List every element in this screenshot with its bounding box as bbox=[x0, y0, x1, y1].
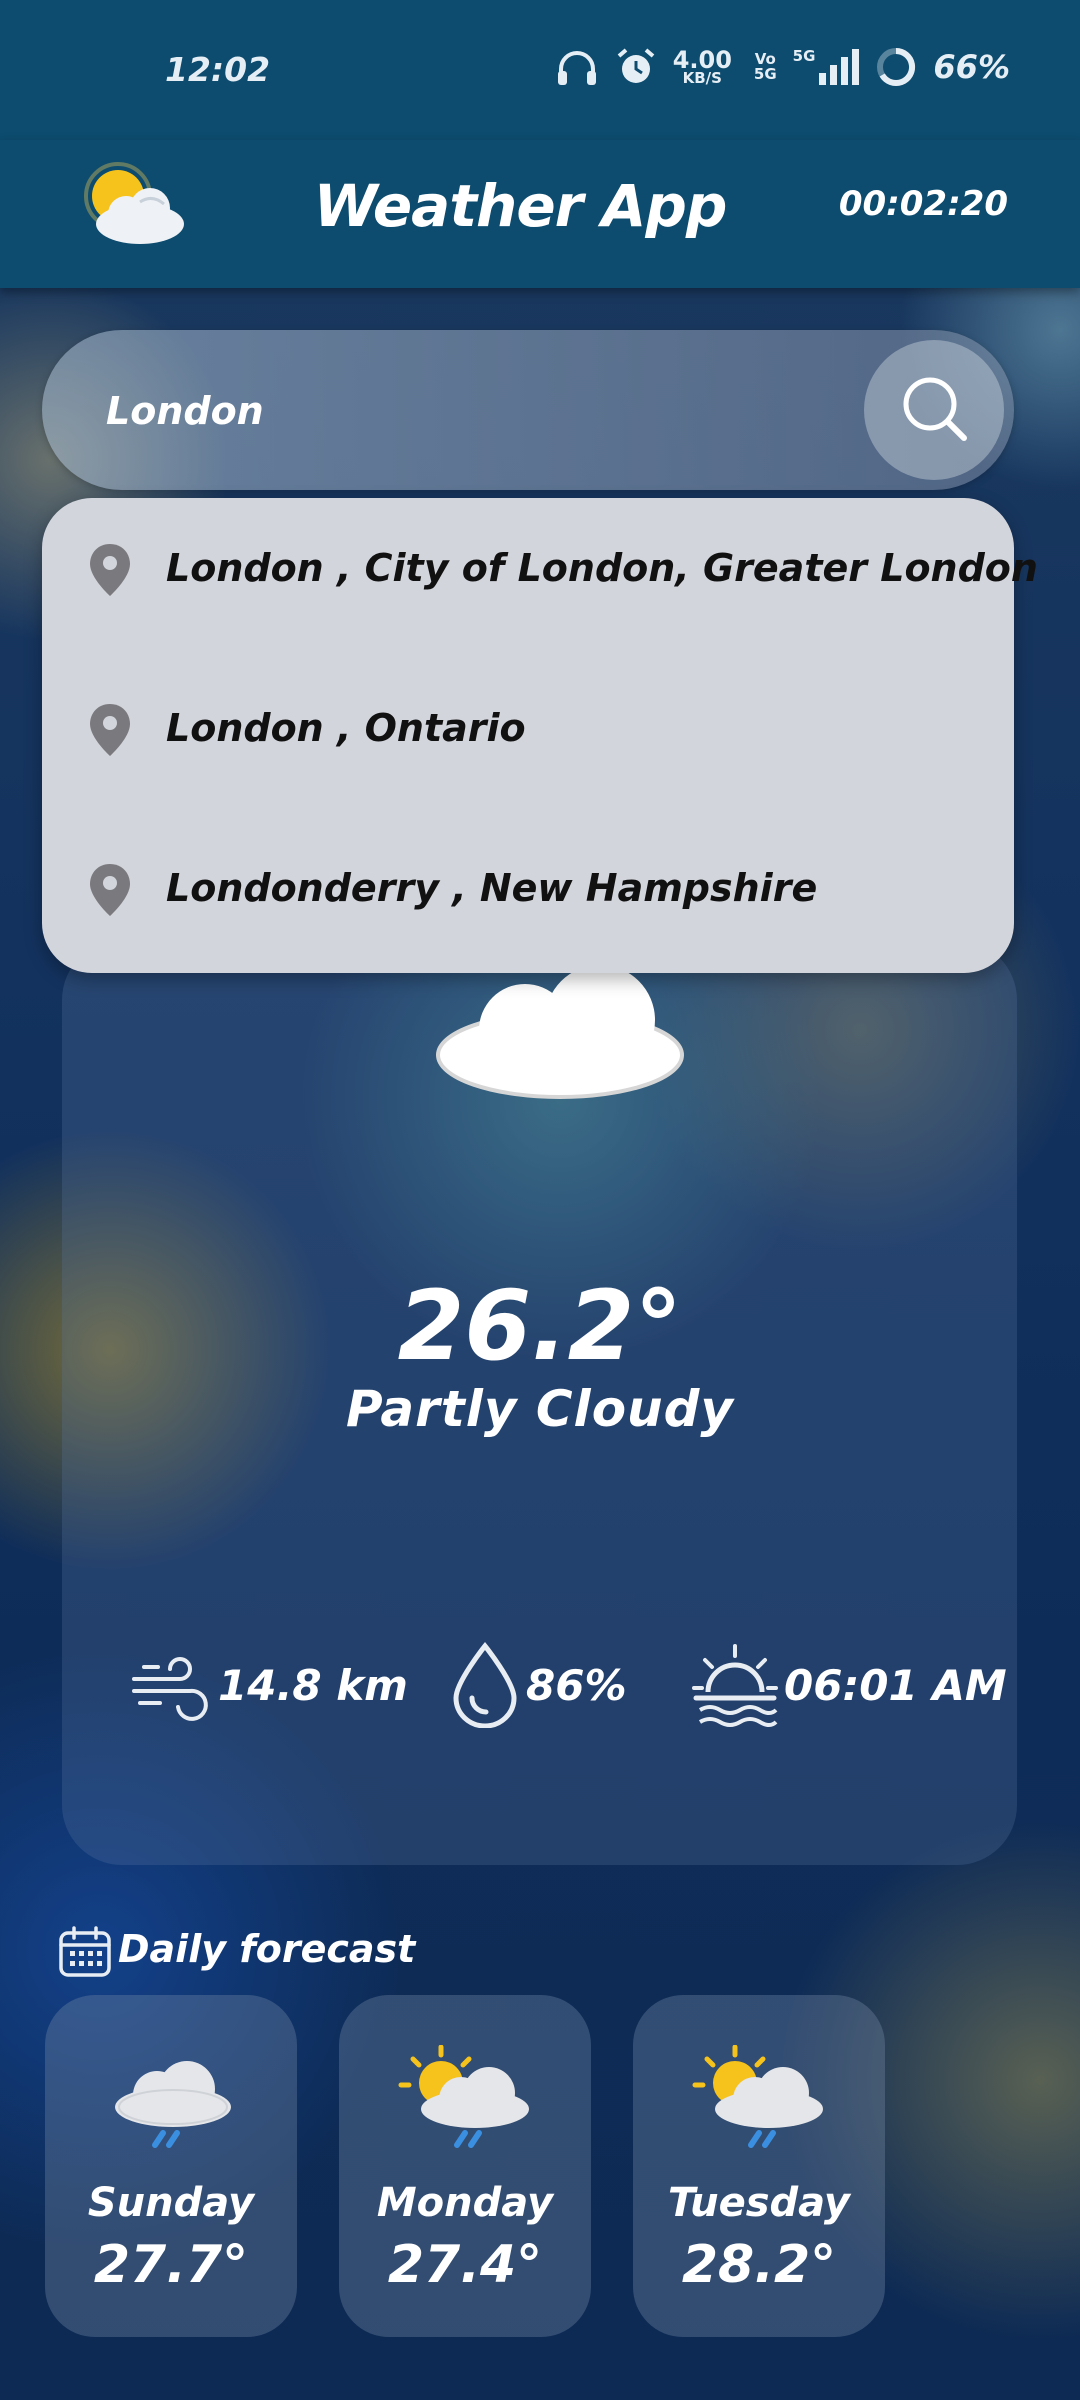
location-pin-icon bbox=[90, 544, 130, 596]
forecast-temp: 27.7° bbox=[93, 2235, 249, 2295]
forecast-day: Monday bbox=[376, 2180, 554, 2226]
status-icons: 4.00 KB/S Vo 5G 5G 66% bbox=[555, 46, 1010, 88]
humidity-stat: 86% bbox=[448, 1640, 627, 1730]
suggestion-item[interactable]: Londonderry , New Hampshire bbox=[42, 836, 1014, 946]
rain-cloud-icon bbox=[115, 2061, 231, 2148]
sunrise-icon bbox=[692, 1644, 778, 1727]
location-pin-icon bbox=[90, 864, 130, 916]
wind-value: 14.8 km bbox=[218, 1660, 408, 1710]
search-bar bbox=[42, 330, 1014, 490]
volte-indicator: Vo 5G bbox=[753, 50, 777, 83]
humidity-value: 86% bbox=[526, 1660, 627, 1710]
battery-level: 66% bbox=[933, 48, 1010, 86]
sunrise-value: 06:01 AM bbox=[784, 1660, 1007, 1710]
suggestion-item[interactable]: London , Ontario bbox=[42, 676, 1014, 786]
daily-forecast-title: Daily forecast bbox=[118, 1927, 416, 1971]
forecast-temp: 27.4° bbox=[387, 2235, 543, 2295]
suggestion-label: Londonderry , New Hampshire bbox=[166, 866, 818, 910]
suggestion-label: London , City of London, Greater London bbox=[166, 546, 1038, 590]
headphones-icon bbox=[557, 51, 596, 85]
suggestion-item[interactable]: London , City of London, Greater London bbox=[42, 516, 1038, 626]
signal-indicator: 5G bbox=[793, 49, 860, 85]
sun-rain-cloud-icon bbox=[398, 2045, 529, 2148]
search-icon bbox=[903, 377, 967, 441]
status-bar: 12:02 4.00 KB/S Vo 5G 5G 66% bbox=[0, 0, 1080, 140]
forecast-temp: 28.2° bbox=[681, 2235, 837, 2295]
forecast-day: Sunday bbox=[87, 2180, 255, 2226]
location-pin-icon bbox=[90, 704, 130, 756]
battery-ring-icon bbox=[877, 47, 916, 86]
forecast-card[interactable]: Sunday 27.7° bbox=[45, 1995, 297, 2337]
sunrise-stat: 06:01 AM bbox=[690, 1640, 1007, 1730]
search-suggestions: London , City of London, Greater London … bbox=[42, 498, 1038, 973]
status-time: 12:02 bbox=[165, 50, 271, 89]
forecast-card[interactable]: Monday 27.4° bbox=[339, 1995, 591, 2337]
suggestion-label: London , Ontario bbox=[166, 706, 526, 750]
forecast-card[interactable]: Tuesday 28.2° bbox=[633, 1995, 885, 2337]
search-button[interactable] bbox=[864, 340, 1004, 480]
wind-icon bbox=[132, 1657, 208, 1721]
alarm-icon bbox=[617, 48, 654, 83]
calendar-icon bbox=[59, 1926, 111, 1977]
session-timer: 00:02:20 bbox=[838, 184, 1008, 224]
net-speed: 4.00 KB/S bbox=[672, 45, 732, 87]
signal-icon bbox=[819, 49, 860, 85]
wind-stat: 14.8 km bbox=[130, 1640, 408, 1730]
current-condition: Partly Cloudy bbox=[345, 1380, 735, 1438]
current-temperature: 26.2° bbox=[397, 1270, 683, 1382]
sun-rain-cloud-icon bbox=[692, 2045, 823, 2148]
search-input[interactable] bbox=[104, 380, 868, 442]
water-drop-icon bbox=[453, 1642, 517, 1728]
forecast-day: Tuesday bbox=[667, 2180, 850, 2226]
